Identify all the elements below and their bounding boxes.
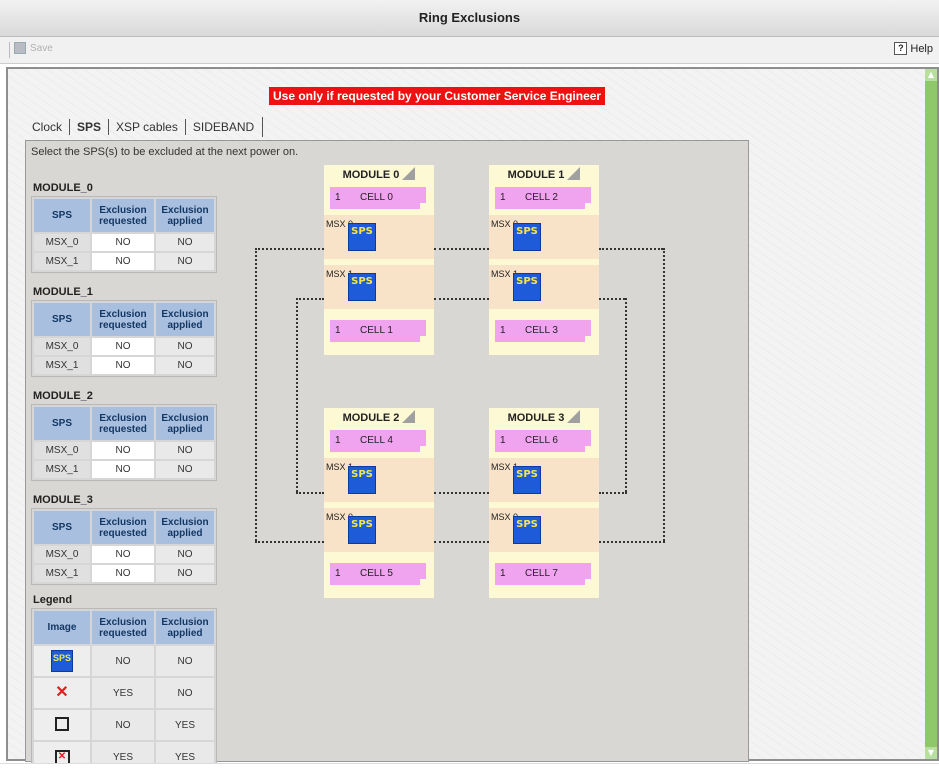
- msx-row: MSX 0 SPS: [489, 508, 599, 552]
- cell-5[interactable]: 1 CELL 5: [330, 563, 426, 585]
- tab-separator: [262, 116, 264, 137]
- cell-6[interactable]: 1 CELL 6: [495, 430, 591, 452]
- cell-1[interactable]: 1 CELL 1: [330, 320, 426, 342]
- expand-triangle-icon[interactable]: [567, 167, 581, 180]
- window-title: Ring Exclusions: [0, 0, 939, 37]
- ring-connector: [599, 248, 663, 250]
- ring-connector: [434, 248, 489, 250]
- sps-icon[interactable]: SPS: [348, 223, 376, 251]
- tab-xsp-cables[interactable]: XSP cables: [109, 120, 185, 134]
- sps-icon[interactable]: SPS: [513, 223, 541, 251]
- expand-triangle-icon[interactable]: [402, 167, 416, 180]
- msx-row: MSX 1 SPS: [324, 265, 434, 309]
- ring-connector: [296, 298, 324, 300]
- module-title: MODULE 3: [489, 408, 599, 428]
- disk-icon: [14, 42, 26, 54]
- module-0-block: MODULE 0 1 CELL 0 MSX 0 SPS MSX 1 SPS 1 CE…: [324, 165, 434, 355]
- ring-connector: [255, 248, 324, 250]
- ring-connector: [255, 248, 257, 541]
- save-label: Save: [30, 42, 53, 54]
- sps-icon[interactable]: SPS: [513, 516, 541, 544]
- scroll-down-icon[interactable]: ▼: [925, 747, 937, 759]
- msx-row: MSX 1 SPS: [489, 458, 599, 502]
- ring-diagram: MODULE 0 1 CELL 0 MSX 0 SPS MSX 1 SPS 1 CE…: [26, 141, 750, 763]
- module-title: MODULE 0: [324, 165, 434, 185]
- ring-connector: [434, 541, 489, 543]
- cell-7[interactable]: 1 CELL 7: [495, 563, 591, 585]
- cell-4[interactable]: 1 CELL 4: [330, 430, 426, 452]
- sps-icon[interactable]: SPS: [348, 516, 376, 544]
- module-1-block: MODULE 1 1 CELL 2 MSX 0 SPS MSX 1 SPS 1 CE…: [489, 165, 599, 355]
- vertical-scrollbar[interactable]: ▲ ▼: [925, 69, 937, 759]
- sps-icon[interactable]: SPS: [513, 466, 541, 494]
- ring-connector: [296, 492, 324, 494]
- ring-connector: [663, 248, 665, 541]
- cell-2[interactable]: 1 CELL 2: [495, 187, 591, 209]
- help-icon: ?: [894, 42, 908, 55]
- expand-triangle-icon[interactable]: [567, 410, 581, 423]
- ring-connector: [255, 541, 324, 543]
- tab-sps[interactable]: SPS: [70, 120, 108, 134]
- module-2-block: MODULE 2 1 CELL 4 MSX 1 SPS MSX 0 SPS 1 CE…: [324, 408, 434, 598]
- msx-row: MSX 1 SPS: [489, 265, 599, 309]
- sps-icon[interactable]: SPS: [348, 466, 376, 494]
- tab-bar: Clock SPS XSP cables SIDEBAND: [25, 116, 264, 137]
- scroll-up-icon[interactable]: ▲: [925, 69, 937, 81]
- cell-3[interactable]: 1 CELL 3: [495, 320, 591, 342]
- module-title: MODULE 2: [324, 408, 434, 428]
- help-label: Help: [910, 42, 933, 55]
- toolbar: Save ? Help: [0, 37, 939, 64]
- ring-connector: [599, 492, 627, 494]
- msx-row: MSX 1 SPS: [324, 458, 434, 502]
- ring-connector: [296, 298, 298, 492]
- content-frame: Use only if requested by your Customer S…: [6, 67, 939, 775]
- msx-row: MSX 0 SPS: [324, 508, 434, 552]
- bottom-bar: [0, 763, 939, 775]
- ring-connector: [599, 541, 665, 543]
- msx-row: MSX 0 SPS: [489, 215, 599, 259]
- sps-icon[interactable]: SPS: [348, 273, 376, 301]
- module-title: MODULE 1: [489, 165, 599, 185]
- tab-sideband[interactable]: SIDEBAND: [186, 120, 261, 134]
- cell-0[interactable]: 1 CELL 0: [330, 187, 426, 209]
- ring-connector: [625, 298, 627, 492]
- save-button[interactable]: Save: [14, 42, 53, 54]
- ring-connector: [434, 298, 489, 300]
- msx-row: MSX 0 SPS: [324, 215, 434, 259]
- ring-connector: [434, 492, 489, 494]
- tab-clock[interactable]: Clock: [25, 120, 69, 134]
- sps-icon[interactable]: SPS: [513, 273, 541, 301]
- expand-triangle-icon[interactable]: [402, 410, 416, 423]
- sps-panel: Select the SPS(s) to be excluded at the …: [25, 140, 750, 775]
- module-3-block: MODULE 3 1 CELL 6 MSX 1 SPS MSX 0 SPS 1 CE…: [489, 408, 599, 598]
- toolbar-separator: [9, 42, 10, 58]
- ring-connector: [599, 298, 625, 300]
- warning-banner: Use only if requested by your Customer S…: [269, 87, 606, 105]
- help-button[interactable]: ? Help: [894, 42, 933, 55]
